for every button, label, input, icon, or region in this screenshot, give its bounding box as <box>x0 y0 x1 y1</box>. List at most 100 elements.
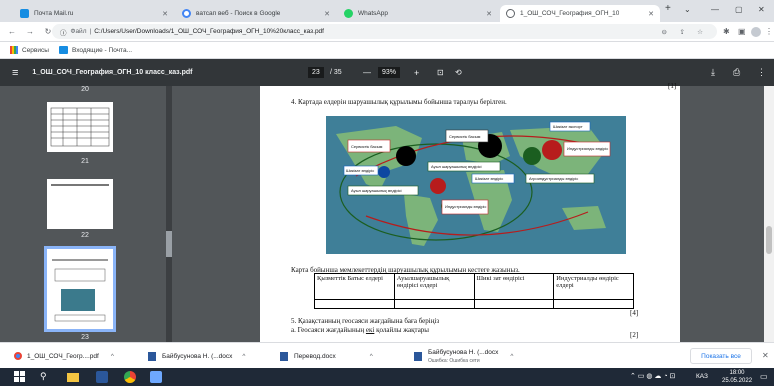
map-label: Индустриалды өндіріс <box>445 204 486 209</box>
language-indicator[interactable]: КАЗ <box>696 373 708 380</box>
bookmark-inbox[interactable]: Входящие - Почта... <box>72 47 132 54</box>
map-label: Шикізат өндіріс <box>475 176 503 181</box>
download-item[interactable]: Байбусунова Н. (...docx ^ <box>148 348 245 364</box>
search-icon[interactable]: ⚲ <box>40 371 47 382</box>
apps-icon[interactable] <box>10 46 18 54</box>
download-error: Ошибка: Ошибка сети <box>428 357 480 364</box>
viewer-scrollbar[interactable] <box>764 86 774 342</box>
chevron-up-icon[interactable]: ^ <box>510 353 513 360</box>
question-4: 4. Картада елдерін шаруашылық құрылымы б… <box>291 98 507 106</box>
info-icon[interactable]: ⓘ <box>60 27 67 37</box>
thumbnail-page-number: 23 <box>81 334 89 341</box>
chevron-up-icon[interactable]: ^ <box>111 353 114 360</box>
print-icon[interactable]: ⎙ <box>733 67 740 78</box>
star-icon[interactable]: ☆ <box>697 28 703 36</box>
chevron-up-icon[interactable]: ^ <box>370 353 373 360</box>
more-icon[interactable]: ⋮ <box>757 67 766 78</box>
tab-title: ватсап веб - Поиск в Google <box>196 10 281 17</box>
mark-label: [2] <box>630 331 639 339</box>
chevron-up-icon[interactable]: ^ <box>242 353 245 360</box>
download-icon[interactable]: ⤓ <box>711 67 715 78</box>
download-name: Байбусунова Н. (...docx <box>162 352 233 360</box>
tab-title: WhatsApp <box>358 10 388 17</box>
zoom-in-button[interactable]: + <box>414 68 419 78</box>
download-name: Байбусунова Н. (...docx <box>428 348 499 356</box>
tab-pdf[interactable]: 1_ОШ_СОЧ_География_ОГН_10 ✕ <box>500 5 660 22</box>
clock[interactable]: 18:00 25.05.2022 <box>722 369 752 385</box>
word-file-icon <box>280 351 288 361</box>
word-app-icon[interactable] <box>96 371 108 383</box>
close-icon[interactable]: ✕ <box>648 10 654 18</box>
tab-google[interactable]: ватсап веб - Поиск в Google ✕ <box>176 5 336 22</box>
tab-title: 1_ОШ_СОЧ_География_ОГН_10 <box>520 10 620 17</box>
map-label: Шикізат өндіріс <box>346 168 374 173</box>
show-all-button[interactable]: Показать все <box>690 348 752 364</box>
tray-icons[interactable]: ⌃ ▭ ◍ ☁ ◔ ⊡ <box>630 372 675 380</box>
close-icon[interactable]: ✕ <box>162 10 168 18</box>
thumbnail-page-22[interactable] <box>47 179 113 229</box>
extensions-icon[interactable]: ✱ <box>723 27 730 36</box>
tab-mail[interactable]: Почта Mail.ru ✕ <box>14 5 174 22</box>
app-icon[interactable] <box>150 371 162 383</box>
sidepanel-icon[interactable]: ▣ <box>738 27 746 36</box>
notification-icon[interactable]: ▭ <box>760 372 768 381</box>
thumbnail-page-21[interactable] <box>47 102 113 152</box>
question-5a-text: қолайлы жақтары <box>374 326 430 334</box>
download-shelf: 1_ОШ_СОЧ_Геогр....pdf ^ Байбусунова Н. (… <box>0 342 774 368</box>
download-item[interactable]: Байбусунова Н. (...docx Ошибка: Ошибка с… <box>414 345 513 367</box>
bookmarks-bar: Сервисы Входящие - Почта... <box>0 42 774 59</box>
thumbnail-page-23[interactable] <box>44 246 116 332</box>
tab-whatsapp[interactable]: WhatsApp ✕ <box>338 5 498 22</box>
close-icon[interactable]: ✕ <box>762 351 769 360</box>
map-label: Сервистік басым <box>351 144 383 149</box>
hamburger-menu-icon[interactable]: ≡ <box>12 67 18 79</box>
download-item[interactable]: Перевод.docx ^ <box>280 348 373 364</box>
url-text: C:/Users/User/Downloads/1_ОШ_СОЧ_Географ… <box>94 28 324 35</box>
profile-avatar[interactable] <box>751 26 761 37</box>
close-icon[interactable]: ✕ <box>324 10 330 18</box>
chrome-app-icon[interactable] <box>124 371 136 383</box>
pdf-toolbar: ≡ 1_ОШ_СОЧ_География_ОГН_10 класс_каз.pd… <box>0 59 774 86</box>
thumbnail-text-line <box>51 184 109 186</box>
thumbnail-sidebar: 20 21 22 23 <box>0 86 170 342</box>
word-file-icon <box>148 351 156 361</box>
mail-icon <box>20 9 29 18</box>
tab-title: Почта Mail.ru <box>34 10 74 17</box>
file-explorer-icon[interactable] <box>67 373 79 382</box>
clock-time: 18:00 <box>729 370 745 376</box>
scheme-label: Файл <box>70 28 87 35</box>
zoom-out-button[interactable]: — <box>363 68 371 77</box>
world-map: Сервистік басым Сервистік басым Шикізат … <box>326 116 626 254</box>
rotate-icon[interactable]: ⟲ <box>455 68 462 77</box>
page-input[interactable]: 23 <box>308 67 324 78</box>
fit-page-icon[interactable]: ⊡ <box>437 68 444 77</box>
close-window-button[interactable]: ✕ <box>758 5 765 14</box>
thumbnail-page-number: 20 <box>81 86 89 93</box>
download-item[interactable]: 1_ОШ_СОЧ_Геогр....pdf ^ <box>14 348 114 364</box>
table-cell <box>314 299 395 309</box>
minimize-button[interactable]: — <box>711 5 719 14</box>
address-bar[interactable]: ⓘ Файл | C:/Users/User/Downloads/1_ОШ_СО… <box>52 24 717 39</box>
scrollbar-thumb[interactable] <box>766 226 772 254</box>
whatsapp-icon <box>344 9 353 18</box>
download-info: Байбусунова Н. (...docx Ошибка: Ошибка с… <box>428 349 498 364</box>
word-file-icon <box>414 351 422 361</box>
forward-icon[interactable]: → <box>24 27 36 36</box>
bookmark-apps[interactable]: Сервисы <box>22 47 49 54</box>
new-tab-button[interactable]: + <box>665 3 671 14</box>
separator: | <box>89 28 92 35</box>
pdf-page: [1] 4. Картада елдерін шаруашылық құрылы… <box>260 82 680 342</box>
map-label: Агроиндустриалды өндіріс <box>529 176 578 181</box>
download-name: Перевод.docx <box>294 352 336 360</box>
taskbar: ⚲ ⌃ ▭ ◍ ☁ ◔ ⊡ КАЗ 18:00 25.05.2022 ▭ <box>0 368 774 386</box>
share-icon[interactable]: ⇪ <box>680 28 685 36</box>
map-label: Индустриялды өндіріс <box>567 146 608 151</box>
zoom-icon[interactable]: ⊖ <box>662 28 667 36</box>
menu-icon[interactable]: ⋮ <box>765 27 773 36</box>
tab-search-button[interactable]: ⌄ <box>684 5 691 14</box>
close-icon[interactable]: ✕ <box>486 10 492 18</box>
maximize-button[interactable]: ▢ <box>735 5 743 14</box>
back-icon[interactable]: ← <box>6 27 18 36</box>
zoom-input[interactable]: 93% <box>378 67 401 78</box>
windows-start-icon[interactable] <box>14 371 26 383</box>
